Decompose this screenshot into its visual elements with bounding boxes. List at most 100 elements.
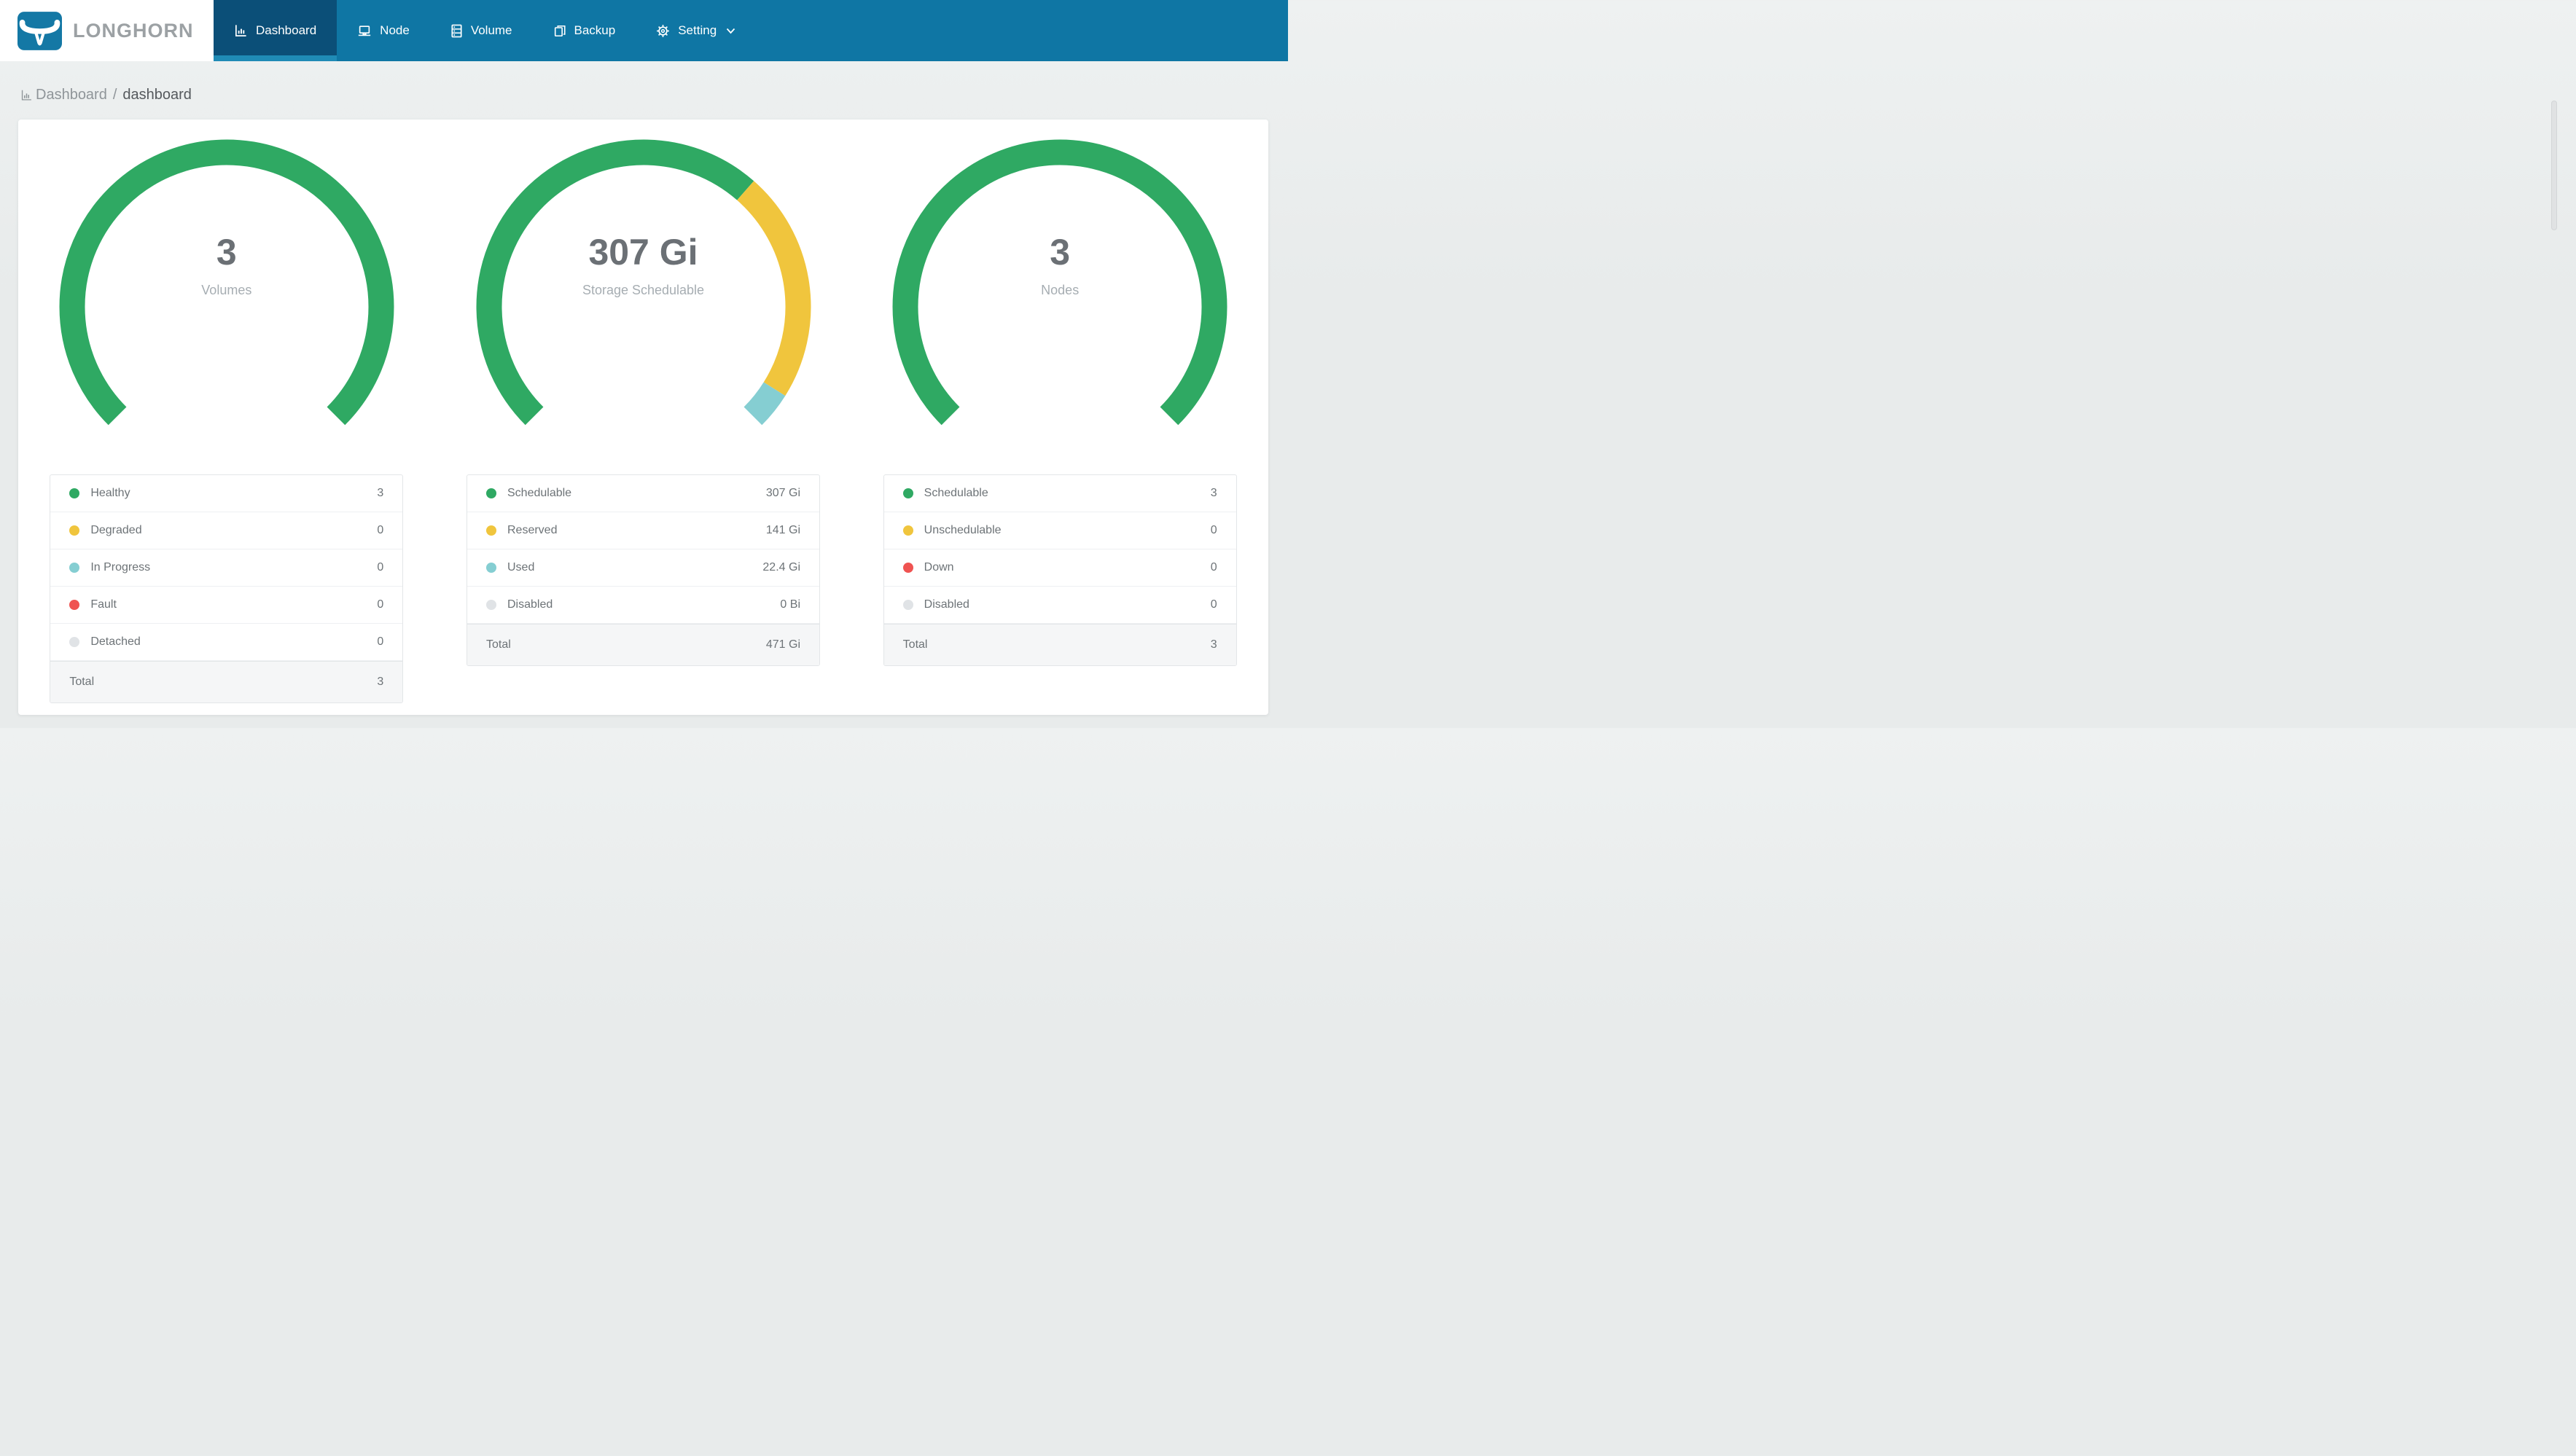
nav-item-label: Node — [380, 23, 410, 37]
legend-label: In Progress — [90, 561, 151, 574]
bar-chart-icon — [21, 90, 31, 101]
legend-row-schedulable: Schedulable 3 — [883, 475, 1236, 512]
dashboard-card: 3 Volumes Healthy 3 Degraded 0 In Progress 0 F… — [18, 120, 1268, 715]
brand-logo[interactable]: LONGHORN — [0, 0, 214, 61]
gauge-center-text: 307 Gi Storage Schedulable — [472, 232, 815, 298]
status-dot — [486, 488, 496, 498]
status-dot — [902, 525, 913, 536]
status-dot — [902, 563, 913, 573]
top-navbar: LONGHORN Dashboard Node Volume Backup Se… — [0, 0, 1288, 61]
legend-label: Schedulable — [924, 487, 988, 499]
legend-value: 0 — [377, 635, 384, 648]
total-label: Total — [486, 638, 511, 651]
legend-value: 0 — [1210, 598, 1217, 611]
nav-item-label: Dashboard — [256, 23, 317, 37]
legend-label: Healthy — [90, 487, 130, 499]
volumes-label: Volumes — [201, 283, 252, 297]
chevron-down-icon — [726, 28, 735, 34]
bar-chart-icon — [235, 24, 246, 36]
vertical-scrollbar-thumb[interactable] — [2551, 101, 2557, 230]
legend-total-row: Total 3 — [883, 624, 1236, 665]
status-dot — [902, 488, 913, 498]
legend-row-schedulable: Schedulable 307 Gi — [467, 475, 819, 512]
legend-row-disabled: Disabled 0 — [883, 587, 1236, 624]
nav-item-volume[interactable]: Volume — [430, 0, 533, 61]
copy-pages-icon — [554, 25, 566, 36]
total-label: Total — [69, 676, 95, 688]
gauge-center-text: 3 Nodes — [889, 232, 1231, 298]
storage-gauge: 307 Gi Storage Schedulable — [472, 136, 815, 427]
nodes-gauge: 3 Nodes — [889, 136, 1231, 427]
status-dot — [69, 600, 80, 610]
total-label: Total — [902, 638, 928, 651]
brand-title: LONGHORN — [73, 19, 194, 42]
legend-value: 0 — [1210, 524, 1217, 536]
legend-value: 22.4 Gi — [762, 561, 800, 574]
legend-value: 0 — [377, 524, 384, 536]
legend-row-used: Used 22.4 Gi — [467, 549, 819, 587]
legend-row-unschedulable: Unschedulable 0 — [883, 512, 1236, 549]
status-dot — [486, 600, 496, 610]
breadcrumb-section-label: Dashboard — [36, 86, 107, 103]
legend-value: 307 Gi — [765, 487, 800, 499]
volumes-count: 3 — [216, 232, 237, 273]
breadcrumb-current-page: dashboard — [122, 86, 192, 103]
legend-label: Fault — [90, 598, 117, 611]
status-dot — [69, 637, 80, 647]
storage-schedulable-amount: 307 Gi — [588, 232, 698, 273]
legend-label: Disabled — [507, 598, 553, 611]
status-dot — [486, 563, 496, 573]
legend-row-reserved: Reserved 141 Gi — [467, 512, 819, 549]
nav-item-label: Backup — [574, 23, 616, 37]
legend-value: 0 — [377, 598, 384, 611]
total-value: 471 Gi — [765, 638, 800, 651]
legend-label: Schedulable — [507, 487, 572, 499]
legend-value: 0 Bi — [780, 598, 800, 611]
legend-row-degraded: Degraded 0 — [50, 512, 403, 549]
legend-value: 3 — [1210, 487, 1217, 499]
nav-item-label: Setting — [678, 23, 717, 37]
gear-icon — [657, 24, 670, 37]
status-dot — [69, 563, 80, 573]
total-value: 3 — [1210, 638, 1217, 651]
legend-total-row: Total 471 Gi — [467, 624, 819, 665]
nodes-label: Nodes — [1041, 283, 1080, 297]
status-dot — [69, 525, 80, 536]
storage-schedulable-label: Storage Schedulable — [582, 283, 705, 297]
legend-row-healthy: Healthy 3 — [50, 475, 403, 512]
volumes-legend-table: Healthy 3 Degraded 0 In Progress 0 Fault 0 Detac… — [50, 474, 404, 703]
legend-value: 141 Gi — [765, 524, 800, 536]
nav-item-backup[interactable]: Backup — [533, 0, 636, 61]
legend-value: 0 — [377, 561, 384, 574]
gauge-center-text: 3 Volumes — [55, 232, 398, 298]
legend-label: Reserved — [507, 524, 558, 536]
legend-row-disabled: Disabled 0 Bi — [467, 587, 819, 624]
gauge-segment-used — [743, 382, 785, 426]
nav-item-setting[interactable]: Setting — [636, 0, 756, 61]
longhorn-bull-icon — [17, 11, 62, 50]
legend-value: 0 — [1210, 561, 1217, 574]
laptop-icon — [358, 25, 371, 36]
legend-label: Down — [924, 561, 954, 574]
nav-item-node[interactable]: Node — [337, 0, 430, 61]
nodes-legend-table: Schedulable 3 Unschedulable 0 Down 0 Disabled 0… — [883, 474, 1237, 666]
legend-row-down: Down 0 — [883, 549, 1236, 587]
volumes-gauge: 3 Volumes — [55, 136, 398, 427]
nav-item-dashboard[interactable]: Dashboard — [214, 0, 337, 61]
breadcrumb-section[interactable]: Dashboard — [20, 87, 107, 103]
legend-row-detached: Detached 0 — [50, 624, 403, 661]
status-dot — [902, 600, 913, 610]
volumes-panel: 3 Volumes Healthy 3 Degraded 0 In Progress 0 F… — [18, 136, 435, 715]
legend-label: Unschedulable — [924, 524, 1002, 536]
storage-panel: 307 Gi Storage Schedulable Schedulable 30… — [435, 136, 852, 715]
legend-label: Used — [507, 561, 535, 574]
legend-value: 3 — [377, 487, 384, 499]
legend-row-fault: Fault 0 — [50, 587, 403, 624]
legend-label: Degraded — [90, 524, 142, 536]
status-dot — [486, 525, 496, 536]
legend-total-row: Total 3 — [50, 661, 403, 702]
legend-label: Detached — [90, 635, 141, 648]
legend-row-in-progress: In Progress 0 — [50, 549, 403, 587]
breadcrumb: Dashboard / dashboard — [0, 61, 1288, 103]
breadcrumb-separator: / — [112, 86, 117, 103]
